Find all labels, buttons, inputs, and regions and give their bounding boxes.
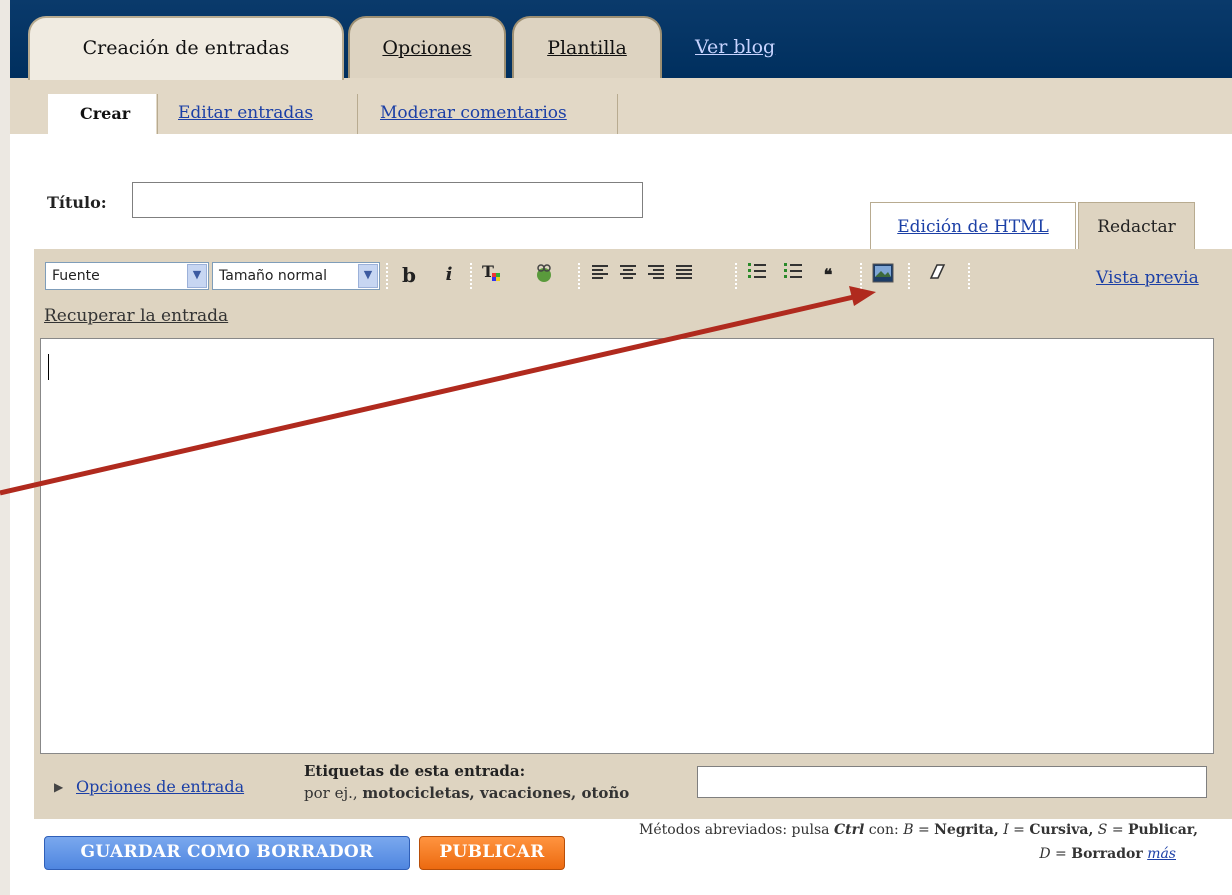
annotation-arrow bbox=[0, 286, 876, 496]
tab-creacion-de-entradas[interactable]: Creación de entradas bbox=[28, 16, 344, 80]
tab-label: Creación de entradas bbox=[82, 37, 290, 59]
